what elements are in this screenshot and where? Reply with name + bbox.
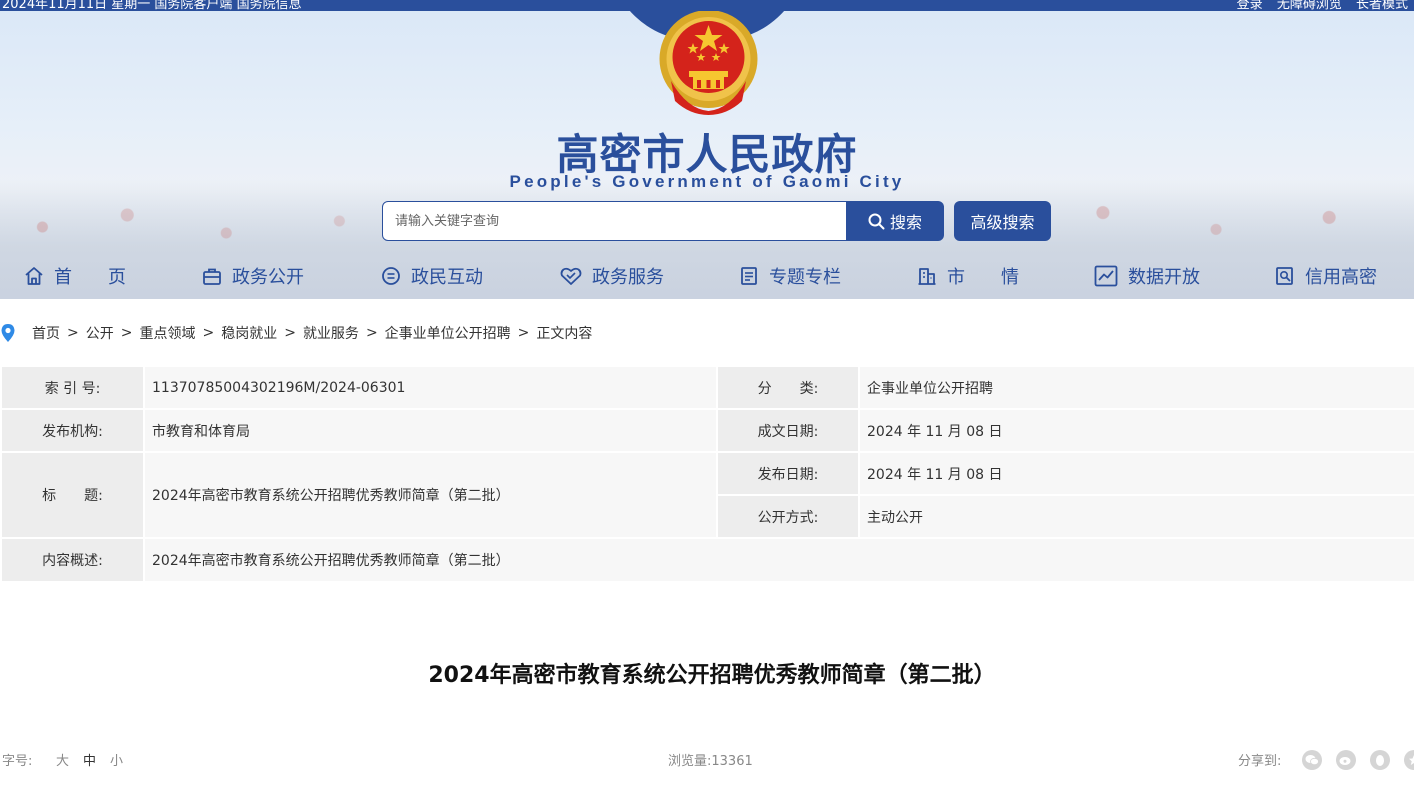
nav-item-label: 政民互动 [411,267,483,288]
font-size-label: 字号: [2,754,33,769]
article-title: 2024年高密市教育系统公开招聘优秀教师简章（第二批） [428,663,996,688]
breadcrumb: 首页 > 公开 > 重点领域 > 稳岗就业 > 就业服务 > 企事业单位公开招聘… [0,322,592,344]
title-value: 2024年高密市教育系统公开招聘优秀教师简章（第二批） [145,453,716,537]
top-bar: 2024年11月11日 星期一 国务院客户端 国务院信息 登录 无障碍浏览 长者… [0,0,1414,11]
breadcrumb-current: 正文内容 [536,326,593,342]
site-subtitle: People's Government of Gaomi City [509,172,905,191]
open-mode-label: 公开方式: [718,496,858,537]
published-date-label: 发布日期: [718,453,858,494]
breadcrumb-home[interactable]: 首页 [32,323,60,343]
national-emblem-icon [659,11,758,115]
location-pin-icon [1,324,15,342]
nav-item-label: 首 页 [54,267,126,288]
wechat-share-icon[interactable] [1302,750,1322,770]
publisher-value: 市教育和体育局 [145,410,716,451]
breadcrumb-separator: > [120,325,133,341]
nav-item-open-data[interactable]: 数据开放 [1094,260,1200,292]
nav-item-interaction[interactable]: 政民互动 [381,260,483,292]
qzone-share-icon[interactable] [1404,750,1414,770]
breadcrumb-separator: > [365,325,378,341]
search-button[interactable]: 搜索 [846,201,944,241]
breadcrumb-open[interactable]: 公开 [86,323,114,343]
breadcrumb-separator: > [202,325,215,341]
share-label: 分享到: [1238,754,1282,769]
breadcrumb-separator: > [517,325,530,341]
weibo-share-icon[interactable] [1336,750,1356,770]
nav-item-label: 信用高密 [1305,267,1377,288]
nav-item-services[interactable]: 政务服务 [560,260,664,292]
building-icon [918,268,936,285]
view-count-value: 13361 [711,754,753,769]
accessibility-link[interactable]: 无障碍浏览 [1277,0,1342,11]
breadcrumb-separator: > [67,325,79,341]
nav-item-label: 专题专栏 [769,267,841,288]
nav-item-city-info[interactable]: 市 情 [917,260,1019,292]
summary-label: 内容概述: [2,539,143,581]
chat-icon [382,267,400,285]
font-size-large-button[interactable]: 大 [56,750,69,769]
index-label: 索 引 号: [2,367,143,408]
qq-icon [1376,754,1384,766]
open-mode-value: 主动公开 [860,496,1414,537]
breadcrumb-employment[interactable]: 稳岗就业 [221,323,277,343]
nav-item-government-affairs[interactable]: 政务公开 [202,260,304,292]
document-icon [741,267,757,285]
search-box [382,201,847,241]
publisher-label: 发布机构: [2,410,143,451]
login-link[interactable]: 登录 [1237,0,1263,11]
search-icon [868,213,885,229]
qq-share-icon[interactable] [1370,750,1390,770]
elder-mode-link[interactable]: 长者模式 [1356,0,1408,11]
view-count: 浏览量:13361 [668,750,753,769]
article-toolbar: 字号: 大 中 小 浏览量:13361 分享到: [0,748,1414,770]
breadcrumb-key-areas[interactable]: 重点领域 [139,323,195,343]
summary-value: 2024年高密市教育系统公开招聘优秀教师简章（第二批） [145,539,1414,581]
site-header: 高密市人民政府 People's Government of Gaomi Cit… [0,11,1414,299]
nav-item-label: 数据开放 [1128,267,1200,288]
nav-item-home[interactable]: 首 页 [24,260,126,292]
breadcrumb-separator: > [284,325,296,341]
wechat-icon [1305,755,1319,766]
breadcrumb-employment-services[interactable]: 就业服务 [303,323,359,343]
nav-item-topics[interactable]: 专题专栏 [739,260,841,292]
nav-item-credit[interactable]: 信用高密 [1275,260,1377,292]
title-label: 标 题: [2,453,143,537]
font-size-small-button[interactable]: 小 [110,750,123,769]
top-bar-right: 登录 无障碍浏览 长者模式 [1227,0,1408,11]
credit-icon [1276,267,1293,285]
chart-icon [1094,265,1118,287]
category-label: 分 类: [718,367,858,408]
font-size-medium-button[interactable]: 中 [83,750,96,769]
category-value: 企事业单位公开招聘 [860,367,1414,408]
top-bar-left-text: 2024年11月11日 星期一 国务院客户端 国务院信息 [2,0,302,11]
nav-item-label: 市 情 [947,267,1019,288]
weibo-icon [1339,757,1351,765]
search-button-label: 搜索 [889,213,922,232]
created-date-label: 成文日期: [718,410,858,451]
nav-item-label: 政务公开 [232,267,304,288]
search-input[interactable] [383,202,846,240]
handshake-icon [560,267,582,285]
published-date-value: 2024 年 11 月 08 日 [860,453,1414,494]
breadcrumb-recruitment[interactable]: 企事业单位公开招聘 [385,323,511,343]
briefcase-icon [203,268,221,285]
nav-item-label: 政务服务 [592,267,664,288]
view-count-label: 浏览量: [668,754,712,769]
created-date-value: 2024 年 11 月 08 日 [860,410,1414,451]
qzone-icon [1409,755,1414,765]
advanced-search-button[interactable]: 高级搜索 [954,201,1051,241]
index-value: 11370785004302196M/2024-06301 [145,367,716,408]
home-icon [25,267,43,285]
main-nav: 首 页 政务公开 政民互动 政务服务 专题专栏 市 情 数据开放 信用高密 [0,260,1414,292]
